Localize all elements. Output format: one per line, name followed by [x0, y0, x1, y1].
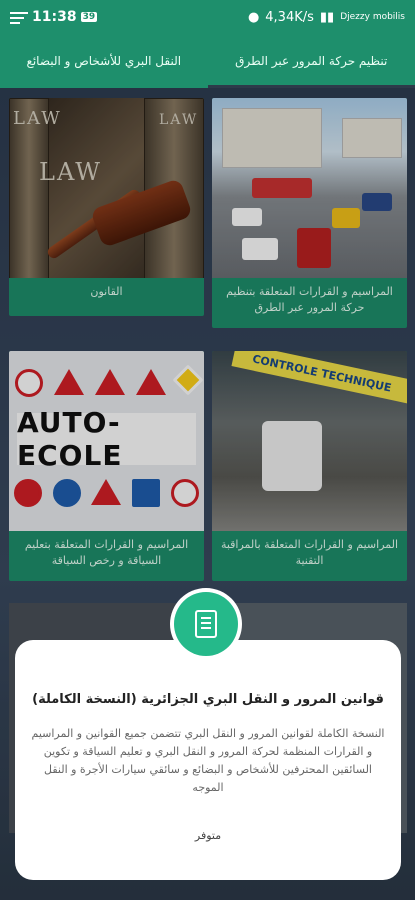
tab-bar: النقل البري للأشخاص و البضائع تنظيم حركة… [0, 34, 415, 88]
data-saver-icon: ● [247, 9, 260, 25]
signal-icon: ▮▮ [319, 9, 335, 25]
network-speed: 4,34K/s [265, 9, 314, 25]
document-icon [174, 592, 238, 656]
tab-transport[interactable]: النقل البري للأشخاص و البضائع [0, 34, 208, 88]
dialog-body: النسخة الكاملة لقوانين المرور و النقل ال… [31, 727, 385, 794]
status-bar: 11:38 39 ● 4,34K/s ▮▮ Djezzy mobilis [0, 0, 415, 34]
notification-badge: 39 [80, 12, 98, 22]
tab-traffic[interactable]: تنظيم حركة المرور عبر الطرق [207, 34, 415, 88]
info-dialog: قوانين المرور و النقل البري الجزائرية (ا… [15, 640, 401, 880]
status-time: 11:38 [32, 9, 77, 25]
dialog-title: قوانين المرور و النقل البري الجزائرية (ا… [32, 692, 384, 707]
menu-icon[interactable] [10, 12, 28, 24]
carrier-label: Djezzy mobilis [340, 12, 405, 22]
available-button[interactable]: متوفر [15, 829, 401, 842]
